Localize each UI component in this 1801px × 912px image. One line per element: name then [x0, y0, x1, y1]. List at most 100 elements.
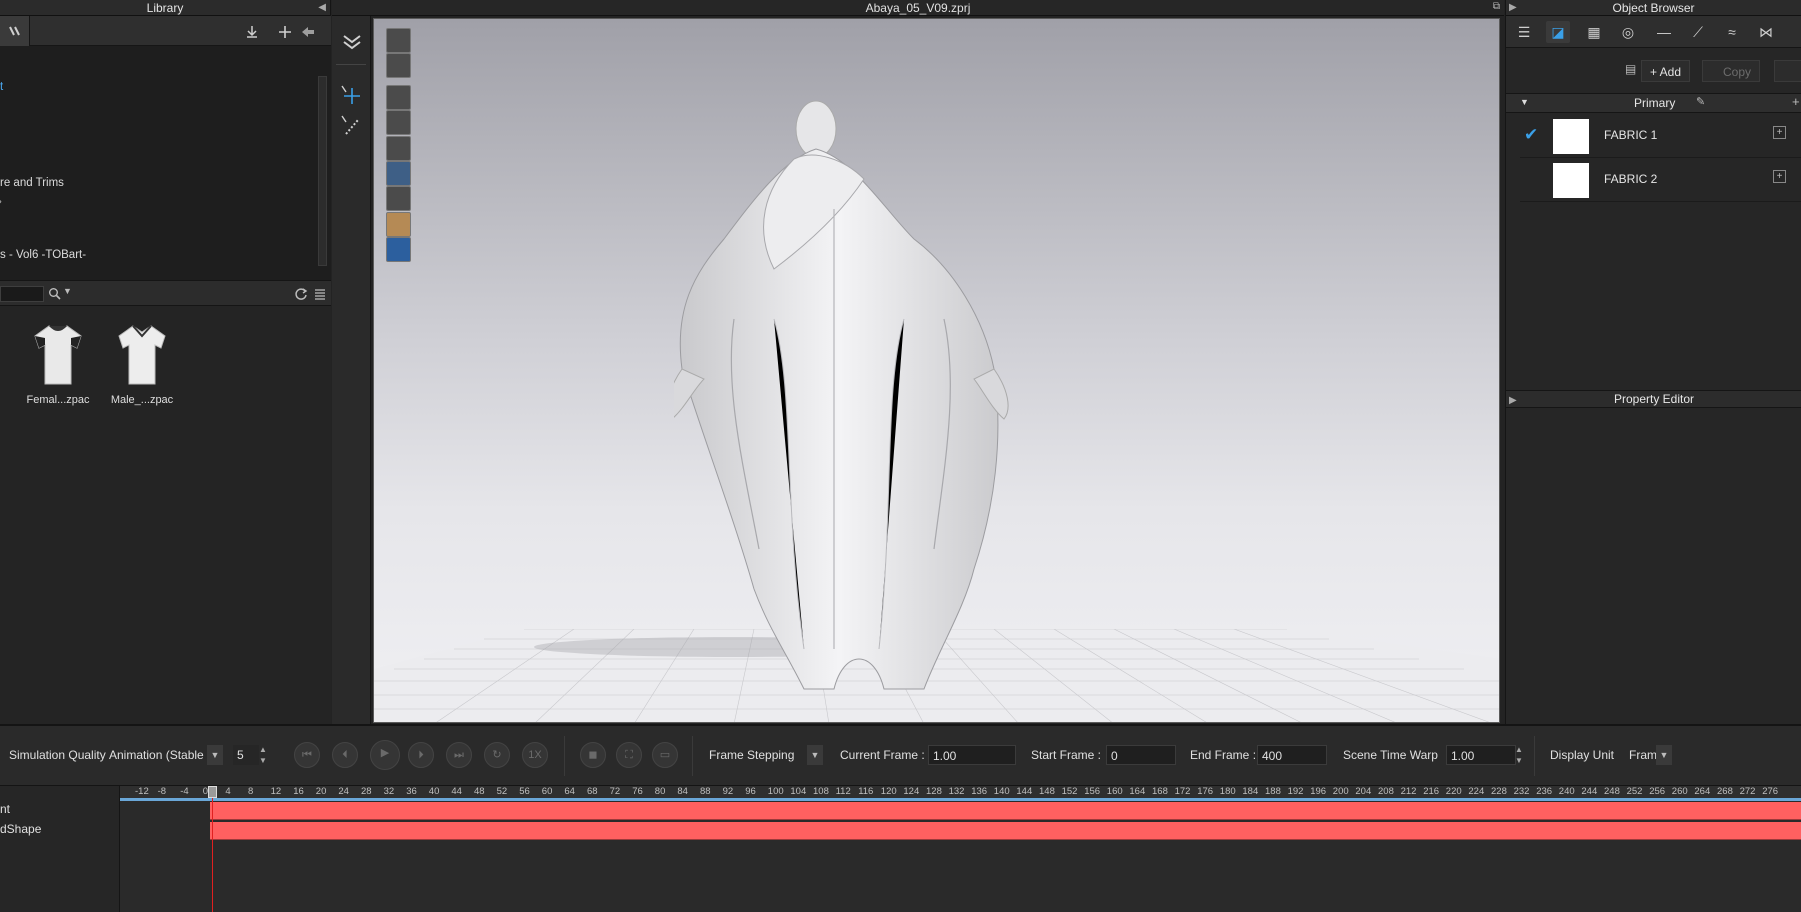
popout-icon[interactable]: ⧉ [1493, 1, 1500, 12]
timeline-tick-label: 124 [903, 786, 920, 797]
graphic-tab-icon[interactable]: ▦ [1582, 21, 1606, 43]
stepper-icon[interactable]: ▲ ▼ [259, 744, 267, 766]
record-camera-icon[interactable]: ◼ [580, 742, 606, 768]
texture-view-icon[interactable] [386, 161, 411, 186]
fabric-tab-icon[interactable]: ◪ [1546, 21, 1570, 43]
object-toolbar: ▤ + Add Copy [1506, 48, 1801, 92]
time-warp-input[interactable]: 1.00 [1446, 745, 1516, 765]
fabric-list-item[interactable]: ✔ FABRIC 1 + [1520, 114, 1801, 158]
timeline-tick-label: 24 [338, 786, 349, 797]
edit-pencil-icon[interactable]: ✎ [1696, 95, 1705, 108]
expand-arrow-icon[interactable]: ▶ [1509, 2, 1517, 13]
end-frame-input[interactable]: 400 [1257, 745, 1327, 765]
go-to-end-icon[interactable]: ⏭ [446, 742, 472, 768]
fabric-list-item[interactable]: FABRIC 2 + [1520, 158, 1801, 202]
timeline-tick-label: 240 [1558, 786, 1575, 797]
trim-tab-icon[interactable]: ⋈ [1754, 21, 1778, 43]
avatar-garment-model [674, 100, 1009, 690]
capture-icon[interactable]: ⛶ [616, 742, 642, 768]
timeline-track[interactable] [210, 822, 1801, 840]
tree-item[interactable]: s - Vol6 -TOBart- [0, 249, 86, 261]
loop-icon[interactable]: ↻ [484, 742, 510, 768]
download-icon[interactable] [244, 24, 260, 40]
property-editor-title: ▶ Property Editor [1506, 390, 1801, 408]
copy-button[interactable]: Copy [1702, 60, 1760, 82]
chevron-down-icon[interactable]: ▼ [1656, 745, 1672, 765]
chevron-down-icon[interactable]: ▼ [207, 745, 223, 765]
timeline-ruler[interactable]: -12 -8 -4 0 4 8 12 16 20 24 28 32 36 40 44 48 52 56 60 64 68… [120, 786, 1801, 798]
playhead-handle[interactable] [208, 786, 217, 798]
buttonhole-tab-icon[interactable]: — [1652, 21, 1676, 43]
list-view-icon[interactable] [313, 287, 327, 301]
timeline-tick-label: 112 [835, 786, 851, 797]
select-brush-icon[interactable] [340, 114, 364, 138]
button-tab-icon[interactable]: ◎ [1616, 21, 1640, 43]
library-thumbnail[interactable]: Male_...zpac [104, 322, 180, 406]
search-icon[interactable] [48, 287, 62, 301]
tree-item[interactable]: re and Trims [0, 177, 64, 189]
timeline-tick-label: 260 [1671, 786, 1688, 797]
tree-scrollbar[interactable] [318, 76, 327, 266]
start-frame-input[interactable]: 0 [1106, 745, 1176, 765]
chevron-down-icon[interactable]: ▼ [63, 286, 72, 296]
library-tab[interactable] [0, 16, 30, 46]
frame-mode-select[interactable]: Frame Stepping [709, 745, 794, 765]
track-label: nt [0, 802, 11, 816]
timeline-tick-label: 20 [315, 786, 327, 797]
sim-quality-select[interactable]: Animation (Stable [109, 745, 204, 765]
sim-steps-input[interactable]: 5 [233, 745, 259, 765]
video-icon[interactable]: ▭ [652, 742, 678, 768]
library-title: Library [0, 0, 330, 16]
chevron-down-icon[interactable]: ▼ [807, 745, 823, 765]
time-warp-label: Scene Time Warp [1343, 748, 1438, 762]
timeline-tick-label: 264 [1694, 786, 1711, 797]
timeline-tick-label: 168 [1152, 786, 1168, 797]
list-icon[interactable]: ☰ [1512, 21, 1536, 43]
garment-view-icon[interactable] [386, 53, 411, 78]
show-pattern-icon[interactable] [386, 110, 411, 135]
library-search-input[interactable] [0, 286, 44, 302]
library-thumbnail[interactable]: Femal...zpac [20, 322, 96, 406]
3d-viewport[interactable] [373, 18, 1500, 723]
add-icon[interactable] [277, 24, 293, 40]
shaded-view-icon[interactable] [386, 186, 411, 211]
chevron-down-icon[interactable]: ▼ [1520, 97, 1529, 107]
timeline[interactable]: -12 -8 -4 0 4 8 12 16 20 24 28 32 36 40 44 48 52 56 60 64 68… [0, 786, 1801, 912]
prev-frame-icon[interactable]: ⏴ [332, 742, 358, 768]
layers-down-icon[interactable] [340, 30, 364, 54]
render-mode-icon[interactable] [386, 28, 411, 53]
stepper-icon[interactable]: ▲ ▼ [1515, 744, 1523, 766]
back-arrow-icon[interactable] [300, 24, 316, 40]
speed-button[interactable]: 1X [522, 742, 548, 768]
tree-expand-icon[interactable]: › [0, 196, 2, 208]
divider [336, 64, 366, 65]
timeline-tick-label: 160 [1106, 786, 1123, 797]
play-icon[interactable]: ▶ [370, 740, 400, 770]
add-button[interactable]: + Add [1641, 60, 1691, 82]
move-tool-icon[interactable] [340, 84, 364, 108]
expand-plus-icon[interactable]: + [1773, 126, 1786, 139]
timeline-tick-label: 60 [541, 786, 553, 797]
tree-item-selected[interactable]: t [0, 81, 3, 93]
topstitch-tab-icon[interactable]: ⟋ [1686, 21, 1710, 43]
next-frame-icon[interactable]: ⏵ [408, 742, 434, 768]
more-button[interactable] [1774, 60, 1801, 82]
timeline-tick-label: 276 [1762, 786, 1779, 797]
collapse-arrow-icon[interactable]: ◀ [318, 2, 326, 13]
add-icon[interactable]: + [1792, 94, 1800, 109]
show-avatar-icon[interactable] [386, 136, 411, 161]
current-frame-input[interactable]: 1.00 [928, 745, 1016, 765]
expand-arrow-icon[interactable]: ▶ [1509, 392, 1517, 409]
add-folder-icon[interactable]: ▤ [1625, 62, 1636, 76]
timeline-track[interactable] [210, 802, 1801, 820]
go-to-start-icon[interactable]: ⏮ [294, 742, 320, 768]
timeline-tick-label: -8 [157, 786, 167, 797]
refresh-icon[interactable] [294, 287, 308, 301]
puckering-tab-icon[interactable]: ≈ [1720, 21, 1744, 43]
avatar-skin-icon[interactable] [386, 212, 411, 237]
expand-plus-icon[interactable]: + [1773, 170, 1786, 183]
fabric-swatch [1553, 163, 1589, 198]
environment-globe-icon[interactable] [386, 237, 411, 262]
timeline-tick-label: 224 [1468, 786, 1485, 797]
show-garment-icon[interactable] [386, 85, 411, 110]
